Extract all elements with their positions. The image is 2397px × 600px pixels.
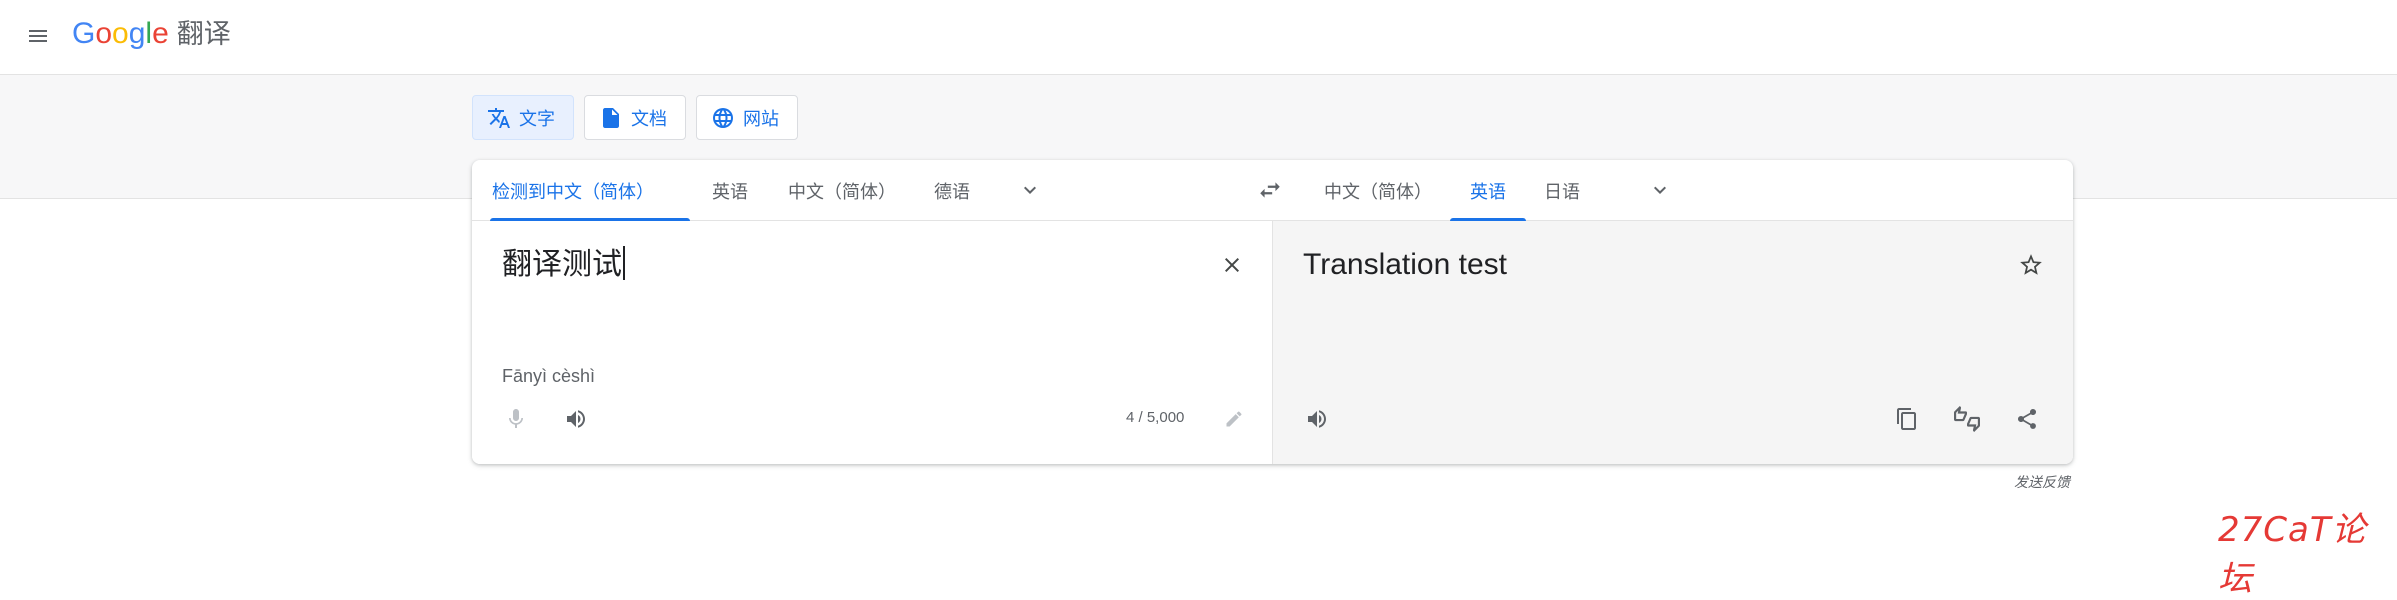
target-lang-japanese-label: 日语 (1544, 181, 1580, 203)
source-lang-chinese-label: 中文（简体） (788, 181, 896, 203)
mode-document-label: 文档 (631, 108, 667, 130)
microphone-icon (509, 409, 523, 428)
copy-icon (1897, 408, 1916, 430)
share-translation-button[interactable] (2007, 399, 2047, 439)
target-lang-chinese-tab[interactable]: 中文（简体） (1304, 160, 1452, 221)
thumbs-up-down-icon (1954, 406, 1980, 432)
mode-website-label: 网站 (743, 108, 779, 130)
listen-source-button[interactable] (556, 399, 596, 439)
copy-translation-button[interactable] (1887, 399, 1927, 439)
hamburger-menu-icon (29, 30, 47, 42)
source-lang-detected-label: 检测到中文（简体） (492, 181, 654, 203)
product-name: 翻译 (176, 19, 231, 50)
star-outline-icon (2020, 254, 2042, 275)
translate-icon (487, 106, 511, 130)
source-lang-german-label: 德语 (934, 181, 970, 203)
source-lang-english-label: 英语 (712, 181, 748, 203)
edit-handwriting-button[interactable] (1214, 399, 1254, 439)
share-icon (2018, 408, 2037, 429)
close-icon (1225, 258, 1239, 272)
voice-input-button[interactable] (496, 399, 536, 439)
pencil-icon (1226, 411, 1242, 427)
logo-letter: o (112, 17, 129, 50)
swap-arrows-icon (1260, 182, 1280, 198)
speaker-icon (567, 410, 585, 428)
logo-letter: e (152, 17, 169, 50)
send-feedback-link[interactable]: 发送反馈 (2014, 472, 2070, 492)
source-romanization: Fānyì cèshì (502, 366, 596, 386)
forum-watermark: 27CaT论坛 (2218, 510, 2367, 599)
source-lang-chinese-tab[interactable]: 中文（简体） (768, 160, 916, 221)
rate-translation-button[interactable] (1947, 399, 1987, 439)
target-lang-chinese-label: 中文（简体） (1324, 181, 1432, 203)
mode-text-button[interactable]: 文字 (472, 95, 574, 140)
app-header: Google 翻译 (0, 0, 2397, 75)
google-wordmark: Google (72, 19, 169, 49)
chevron-down-icon (1024, 186, 1036, 194)
mode-document-button[interactable]: 文档 (584, 95, 686, 140)
speaker-icon (1308, 410, 1326, 428)
source-text: 翻译测试 (502, 247, 622, 282)
globe-icon (711, 106, 735, 130)
translation-card: 检测到中文（简体） 英语 中文（简体） 德语 中文（简体） 英语 日语 翻译测试… (472, 160, 2073, 464)
main-menu-button[interactable] (20, 18, 56, 54)
language-bar: 检测到中文（简体） 英语 中文（简体） 德语 中文（简体） 英语 日语 (472, 160, 2073, 221)
clear-source-button[interactable] (1212, 245, 1252, 285)
target-lang-english-tab[interactable]: 英语 (1450, 160, 1526, 221)
translation-output: Translation test (1303, 248, 1507, 281)
document-icon (599, 106, 623, 130)
logo-letter: o (95, 17, 113, 50)
mode-selector: 文字 文档 网站 (472, 95, 798, 140)
logo-letter: g (128, 17, 146, 50)
source-panel: 翻译测试 Fānyì cèshì 4 / 5,000 (472, 221, 1272, 464)
target-lang-japanese-tab[interactable]: 日语 (1524, 160, 1600, 221)
logo-letter: G (72, 17, 96, 50)
text-caret (623, 246, 625, 280)
source-lang-detected-tab[interactable]: 检测到中文（简体） (490, 160, 690, 221)
chevron-down-icon (1654, 186, 1666, 194)
target-lang-more-button[interactable] (1640, 170, 1680, 210)
target-lang-english-label: 英语 (1470, 181, 1506, 203)
source-lang-more-button[interactable] (1010, 170, 1050, 210)
target-panel: Translation test (1273, 221, 2073, 464)
mode-text-label: 文字 (519, 108, 555, 130)
google-translate-logo[interactable]: Google 翻译 (72, 19, 231, 49)
source-lang-english-tab[interactable]: 英语 (692, 160, 768, 221)
listen-translation-button[interactable] (1297, 399, 1337, 439)
source-lang-german-tab[interactable]: 德语 (914, 160, 990, 221)
mode-website-button[interactable]: 网站 (696, 95, 798, 140)
character-count: 4 / 5,000 (1126, 409, 1185, 426)
swap-languages-button[interactable] (1250, 170, 1290, 210)
source-text-input[interactable]: 翻译测试 (502, 245, 625, 285)
save-translation-button[interactable] (2011, 245, 2051, 285)
